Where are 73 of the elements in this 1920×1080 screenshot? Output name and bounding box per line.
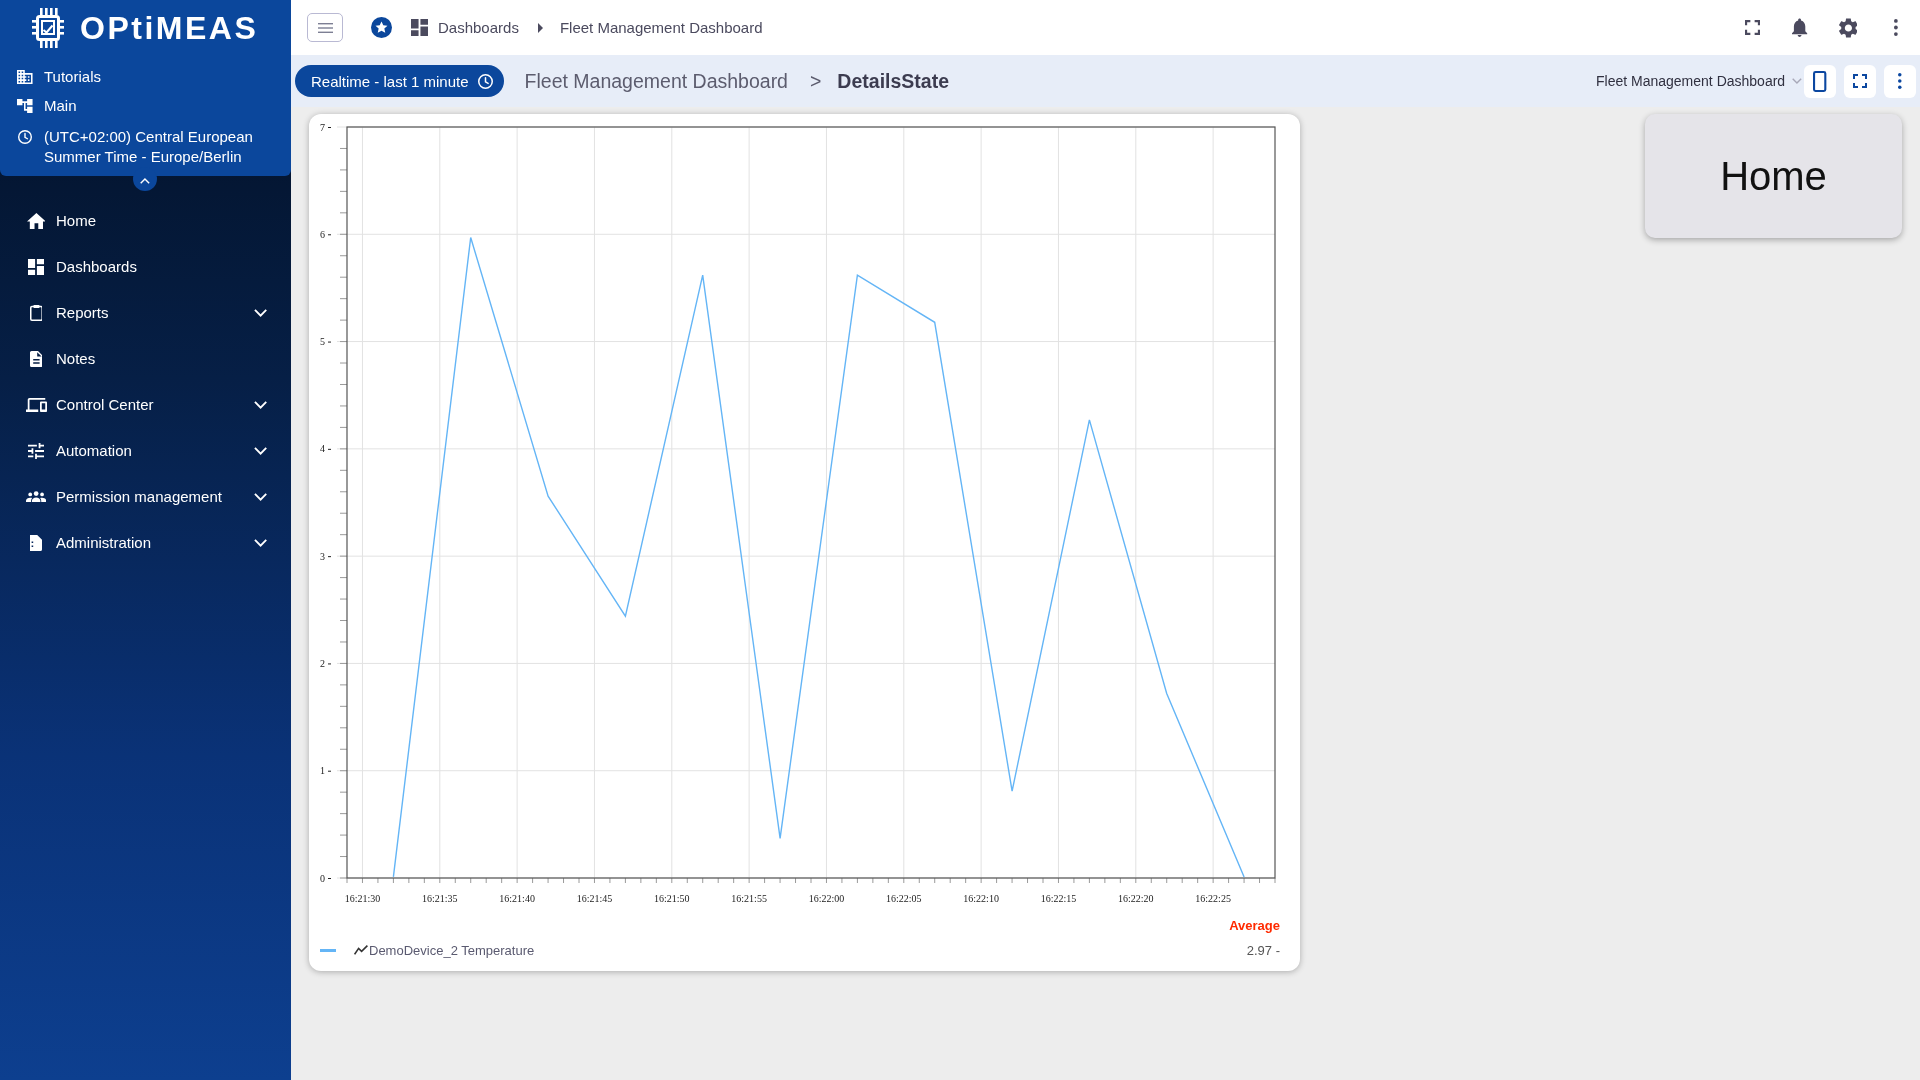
fullscreen-icon [1853, 74, 1867, 88]
tick-label: 3 [320, 550, 325, 562]
average-value: 2.97 - [1246, 942, 1280, 958]
trend-icon [354, 945, 368, 955]
path-separator: > [809, 69, 822, 93]
chevron-down-icon [1792, 78, 1802, 84]
mobile-view-button[interactable] [1804, 64, 1836, 98]
dashboard-grid-icon [28, 258, 44, 275]
tick-label: 7 [320, 121, 325, 133]
nav-item[interactable]: Administration [0, 519, 291, 566]
tick-label: 16:21:30 [344, 893, 381, 904]
menu-icon [317, 22, 333, 33]
average-header: Average [1229, 918, 1280, 934]
dashboard-grid-icon [411, 19, 428, 36]
chip-icon [32, 7, 64, 48]
tick-label: 5 [320, 336, 325, 348]
tick-label: 16:22:15 [1040, 893, 1077, 904]
chevron-up-icon [140, 178, 150, 184]
tick-label: 16:22:10 [963, 893, 999, 904]
context-item[interactable]: Main [0, 91, 291, 120]
breadcrumb-link[interactable]: Fleet Management Dashboard [559, 19, 763, 36]
clipboard-icon [29, 304, 43, 321]
fullscreen-button[interactable] [1844, 64, 1876, 98]
tick-label: 0 [320, 872, 325, 884]
document-icon [29, 350, 43, 367]
caret-right-icon [537, 22, 543, 33]
tick-label: 16:21:35 [422, 893, 458, 904]
clock-icon [477, 73, 493, 89]
phone-icon [1813, 70, 1827, 92]
tick-label: 6 [320, 228, 325, 240]
time-range-button[interactable]: Realtime - last 1 minute [295, 65, 504, 97]
tick-label: 2 [320, 657, 325, 669]
tick-label: 16:22:25 [1195, 893, 1231, 904]
tick-label: 16:21:45 [576, 893, 613, 904]
current-page-title: DetailsState [837, 69, 949, 93]
tick-label: 16:21:50 [654, 893, 690, 904]
nav-item[interactable]: Automation [0, 427, 291, 474]
people-icon [25, 491, 47, 502]
nav-item[interactable]: Home [0, 197, 291, 244]
tick-label: 1 [320, 765, 325, 777]
tick-label: 16:22:00 [808, 893, 845, 904]
dashboard-select[interactable]: Fleet Management Dashboard [1596, 73, 1802, 89]
path-link[interactable]: Fleet Management Dashboard [524, 69, 788, 93]
file-icon [30, 534, 42, 551]
tick-label: 16:22:20 [1118, 893, 1154, 904]
menu-button[interactable] [307, 13, 343, 42]
tick-label: 16:22:05 [886, 893, 922, 904]
more-button[interactable] [1884, 64, 1916, 98]
nav-item[interactable]: Reports [0, 289, 291, 336]
home-button[interactable]: Home [1645, 114, 1902, 238]
tick-label: 4 [320, 443, 325, 455]
building-icon [17, 69, 33, 84]
legend-label: DemoDevice_2 Temperature [369, 942, 535, 958]
nav-item[interactable]: Control Center [0, 381, 291, 428]
more-icon [1898, 73, 1902, 89]
bell-icon[interactable] [1792, 18, 1808, 37]
context-item[interactable]: (UTC+02:00) Central European Summer Time - Europe/Berlin [0, 120, 291, 172]
clock-icon [18, 130, 32, 144]
logo-text: OPtiMEAS [80, 9, 259, 46]
home-icon [26, 212, 46, 229]
sliders-icon [28, 442, 44, 459]
nav-item[interactable]: Dashboards [0, 243, 291, 290]
tick-label: 16:21:55 [731, 893, 767, 904]
tick-label: 16:21:40 [499, 893, 535, 904]
nav-item[interactable]: Permission management [0, 473, 291, 520]
devices-icon [25, 397, 47, 412]
context-item[interactable]: Tutorials [0, 62, 291, 91]
more-icon[interactable] [1894, 19, 1898, 36]
settings-icon[interactable] [1838, 17, 1858, 38]
hierarchy-icon [17, 98, 33, 113]
nav-item[interactable]: Notes [0, 335, 291, 382]
fullscreen-icon[interactable] [1744, 20, 1760, 35]
breadcrumb-link[interactable]: Dashboards [438, 19, 519, 36]
